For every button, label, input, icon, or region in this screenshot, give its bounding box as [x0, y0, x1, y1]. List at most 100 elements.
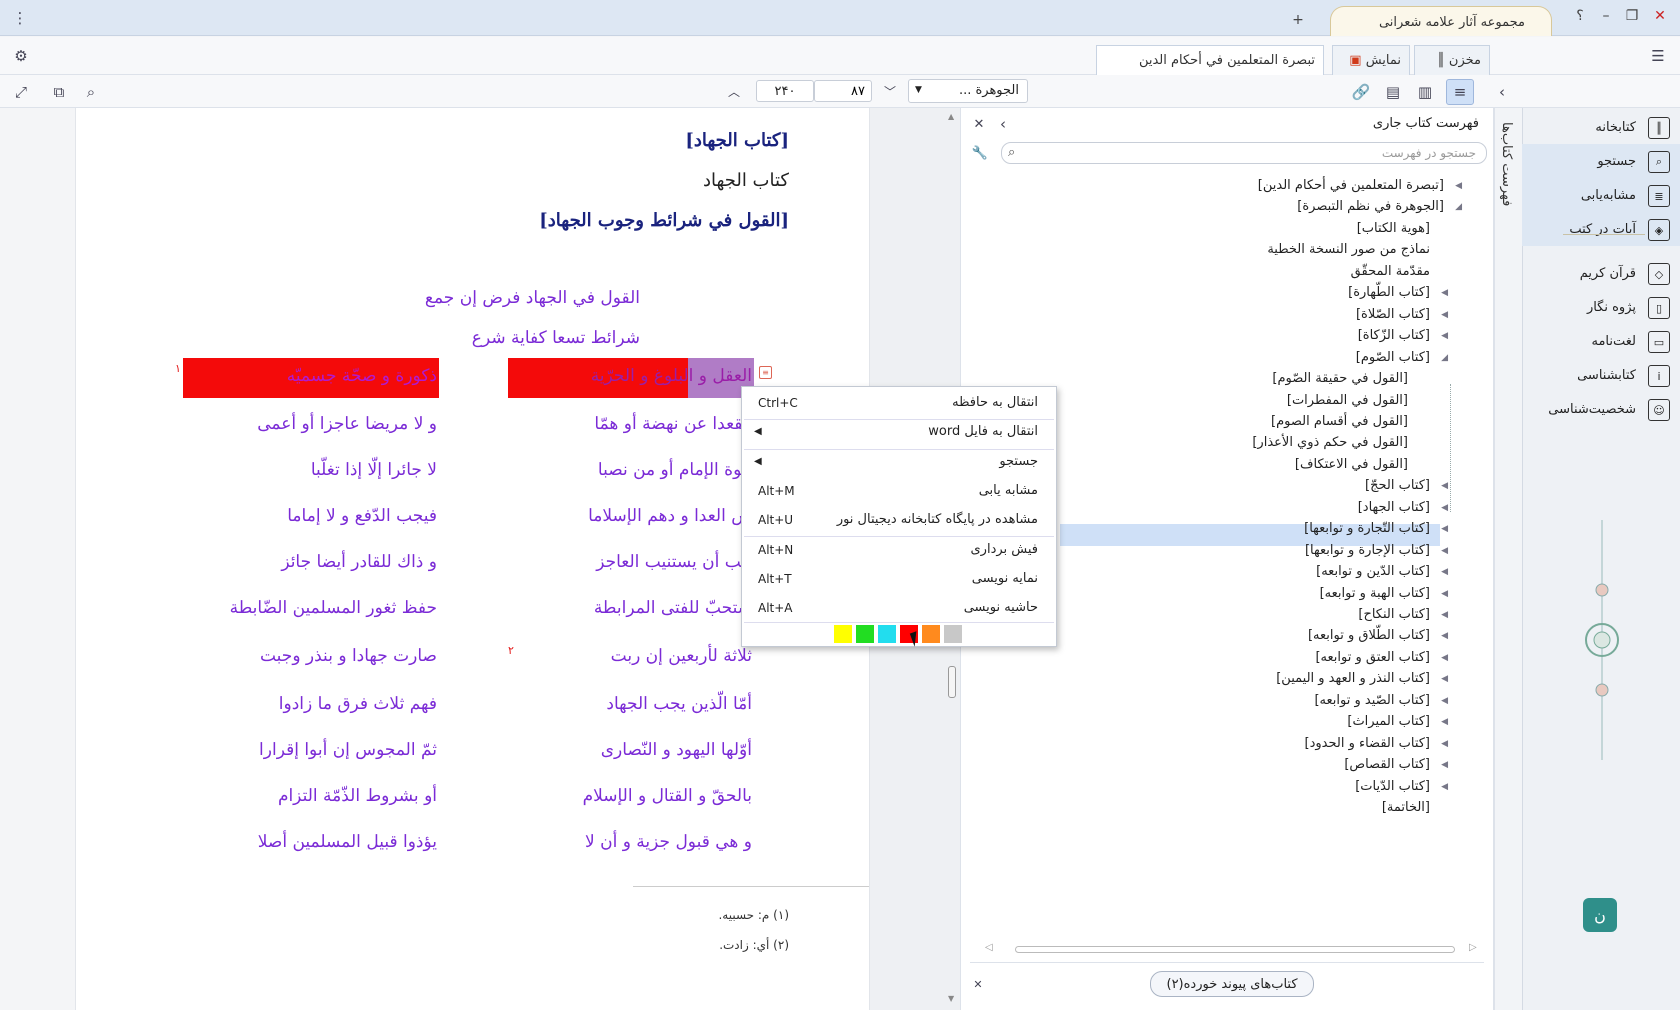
settings-gear-icon[interactable]: ⚙ [10, 45, 32, 67]
sidebar-item[interactable]: ⅰ کتابشناسی [1522, 358, 1680, 392]
expand-arrow-icon[interactable]: ◀ [1441, 760, 1448, 770]
toc-node[interactable]: [القول في الاعتكاف] [1295, 457, 1408, 472]
expand-arrow-icon[interactable]: ◀ [1441, 567, 1448, 577]
toc-tools-icon[interactable]: 🔧 [971, 144, 989, 162]
toc-node[interactable]: [الخاتمة] [1382, 800, 1430, 815]
toc-node[interactable]: [كتاب الجهاد] [1358, 500, 1430, 515]
toc-node[interactable]: [كتاب الحجّ] [1365, 478, 1430, 493]
expand-arrow-icon[interactable]: ◀ [1441, 717, 1448, 727]
toc-node[interactable]: [القول في أقسام الصوم] [1271, 414, 1408, 429]
expand-arrow-icon[interactable]: ◀ [1441, 503, 1448, 513]
expand-arrow-icon[interactable]: ◀ [1441, 782, 1448, 792]
scroll-right-arrow-icon[interactable]: ▷ [1469, 942, 1477, 953]
vertical-tab-books-list[interactable]: فهرست کتاب‌ها [1494, 108, 1522, 1010]
bookmark-view-icon[interactable]: ▤ [1382, 81, 1404, 103]
toc-node[interactable]: [كتاب الصّلاة] [1356, 307, 1430, 322]
toc-back-icon[interactable]: ‹ [995, 115, 1011, 133]
help-button[interactable]: ؟ [1570, 8, 1590, 24]
sidebar-item[interactable]: ▯ پژوه نگار [1522, 290, 1680, 324]
chevron-up-icon[interactable]: ︿ [724, 81, 744, 101]
split-view-icon[interactable]: ⧉ [48, 81, 70, 103]
expand-arrow-icon[interactable]: ◀ [1441, 589, 1448, 599]
toc-close-icon[interactable]: ✕ [971, 116, 987, 132]
sidebar-item[interactable]: ║ کتابخانه [1522, 110, 1680, 144]
footnote-ref-2[interactable]: ٢ [508, 644, 514, 657]
scroll-left-arrow-icon[interactable]: ◁ [985, 942, 993, 953]
sidebar-item[interactable]: ≣ مشابه‌یابی [1522, 178, 1680, 212]
hamburger-menu-icon[interactable]: ☰ [1646, 45, 1670, 67]
minimize-button[interactable]: – [1596, 8, 1616, 24]
toc-node[interactable]: [كتاب النكاح] [1358, 607, 1430, 622]
sidebar-item[interactable]: ⌕ جستجو [1522, 144, 1680, 178]
expand-arrow-icon[interactable]: ◀ [1455, 181, 1462, 191]
toc-node[interactable]: [كتاب الهبة و توابعه] [1320, 586, 1430, 601]
tab-repository[interactable]: مخزن ║ [1414, 45, 1490, 75]
sidebar-item[interactable]: ▭ لغت‌نامه [1522, 324, 1680, 358]
find-icon[interactable]: ⌕ [80, 81, 102, 103]
toc-node[interactable]: [كتاب النذر و العهد و اليمين] [1276, 671, 1430, 686]
chevron-down-icon[interactable]: ﹀ [880, 81, 900, 101]
new-tab-button[interactable]: + [1288, 12, 1308, 28]
toc-node[interactable]: [تبصرة المتعلمين في أحكام الدين] [1258, 178, 1444, 193]
expand-arrow-icon[interactable]: ◀ [1441, 310, 1448, 320]
scroll-down-arrow-icon[interactable]: ▼ [948, 994, 954, 1003]
toc-node[interactable]: [كتاب الدّين و توابعه] [1316, 564, 1430, 579]
menu-item-similarity[interactable]: مشابه یابی Alt+M [742, 477, 1056, 506]
expand-arrow-icon[interactable]: ◀ [1441, 331, 1448, 341]
toc-node[interactable]: [كتاب الزّكاة] [1358, 328, 1430, 343]
toc-node[interactable]: [كتاب الميراث] [1347, 714, 1430, 729]
tab-display[interactable]: نمایش ▣ [1332, 45, 1410, 75]
toc-node[interactable]: [كتاب القضاء و الحدود] [1305, 736, 1430, 751]
page-view-icon[interactable]: ▥ [1414, 81, 1436, 103]
tab-book-title[interactable]: تبصرة المتعلمين في أحكام الدين [1096, 45, 1324, 75]
expand-arrow-icon[interactable]: ◀ [1441, 546, 1448, 556]
h-scroll-thumb[interactable] [1015, 946, 1455, 953]
toc-node[interactable]: [الجوهرة في نظم التبصرة] [1297, 199, 1444, 214]
toc-node[interactable]: [كتاب الإجارة و توابعها] [1305, 543, 1430, 558]
note-marker-icon[interactable]: ≡ [759, 366, 772, 379]
sidebar-item[interactable]: ◈ آیات در کتب [1522, 212, 1680, 246]
toc-node[interactable]: [كتاب الدّيات] [1355, 779, 1430, 794]
menu-item-export-word[interactable]: انتقال به فایل word ◀ [742, 418, 1056, 447]
toc-search-input[interactable]: جستجو در فهرست ⌕ [1001, 142, 1487, 164]
expand-arrow-icon[interactable]: ◀ [1441, 524, 1448, 534]
window-tab[interactable]: مجموعه آثار علامه شعرانی [1330, 6, 1552, 36]
highlight-color-swatch[interactable] [944, 625, 962, 643]
menu-dots-icon[interactable]: ⋮ [10, 8, 30, 28]
linked-close-icon[interactable]: ✕ [970, 976, 986, 992]
list-view-icon[interactable]: ≡ [1446, 79, 1474, 105]
highlight-color-swatch[interactable] [878, 625, 896, 643]
expand-arrow-icon[interactable]: ◀ [1441, 481, 1448, 491]
toc-node[interactable]: [القول في حكم ذوي الأعذار] [1252, 435, 1408, 450]
footnote-ref-1[interactable]: ١ [175, 362, 181, 375]
menu-item-copy[interactable]: انتقال به حافظه Ctrl+C [742, 389, 1056, 418]
expand-arrow-icon[interactable]: ◀ [1441, 610, 1448, 620]
collapse-arrow-icon[interactable]: ◢ [1455, 202, 1462, 212]
highlight-color-swatch[interactable] [834, 625, 852, 643]
menu-item-indexing[interactable]: نمایه نویسی Alt+T [742, 565, 1056, 594]
page-current-input[interactable] [814, 80, 872, 102]
toc-node[interactable]: [هوية الكتاب] [1357, 221, 1430, 236]
expand-icon[interactable]: ⤢ [10, 81, 32, 103]
toc-node[interactable]: [كتاب القصاص] [1344, 757, 1430, 772]
toc-node[interactable]: مقدّمة المحقّق [1351, 264, 1430, 279]
toc-node[interactable]: [القول في حقيقة الصّوم] [1272, 371, 1408, 386]
menu-item-note-card[interactable]: فیش برداری Alt+N [742, 536, 1056, 565]
collapse-arrow-icon[interactable]: ◢ [1441, 353, 1448, 363]
book-select[interactable]: الجوهرة ... ▼ [908, 79, 1028, 103]
toc-node[interactable]: [القول في المفطرات] [1287, 393, 1408, 408]
expand-arrow-icon[interactable]: ◀ [1441, 696, 1448, 706]
linked-books-button[interactable]: کتاب‌های پیوند خورده(۲) [1150, 971, 1314, 997]
expand-arrow-icon[interactable]: ◀ [1441, 288, 1448, 298]
scroll-up-arrow-icon[interactable]: ▲ [948, 112, 954, 121]
toc-node[interactable]: [كتاب الصّوم] [1356, 350, 1430, 365]
close-button[interactable]: ✕ [1650, 8, 1670, 24]
scroll-thumb[interactable] [948, 666, 956, 698]
highlight-color-swatch[interactable] [922, 625, 940, 643]
link-icon[interactable]: 🔗 [1350, 81, 1372, 103]
menu-item-view-noor[interactable]: مشاهده در پایگاه کتابخانه دیجیتال نور Alt… [742, 506, 1056, 535]
collapse-sidebar-icon[interactable]: ‹ [1492, 81, 1512, 103]
toc-horizontal-scrollbar[interactable]: ◁ ▷ [985, 942, 1477, 954]
toc-node[interactable]: [كتاب الصّيد و توابعه] [1314, 693, 1430, 708]
sidebar-item[interactable]: ☺ شخصیت‌شناسی [1522, 392, 1680, 426]
